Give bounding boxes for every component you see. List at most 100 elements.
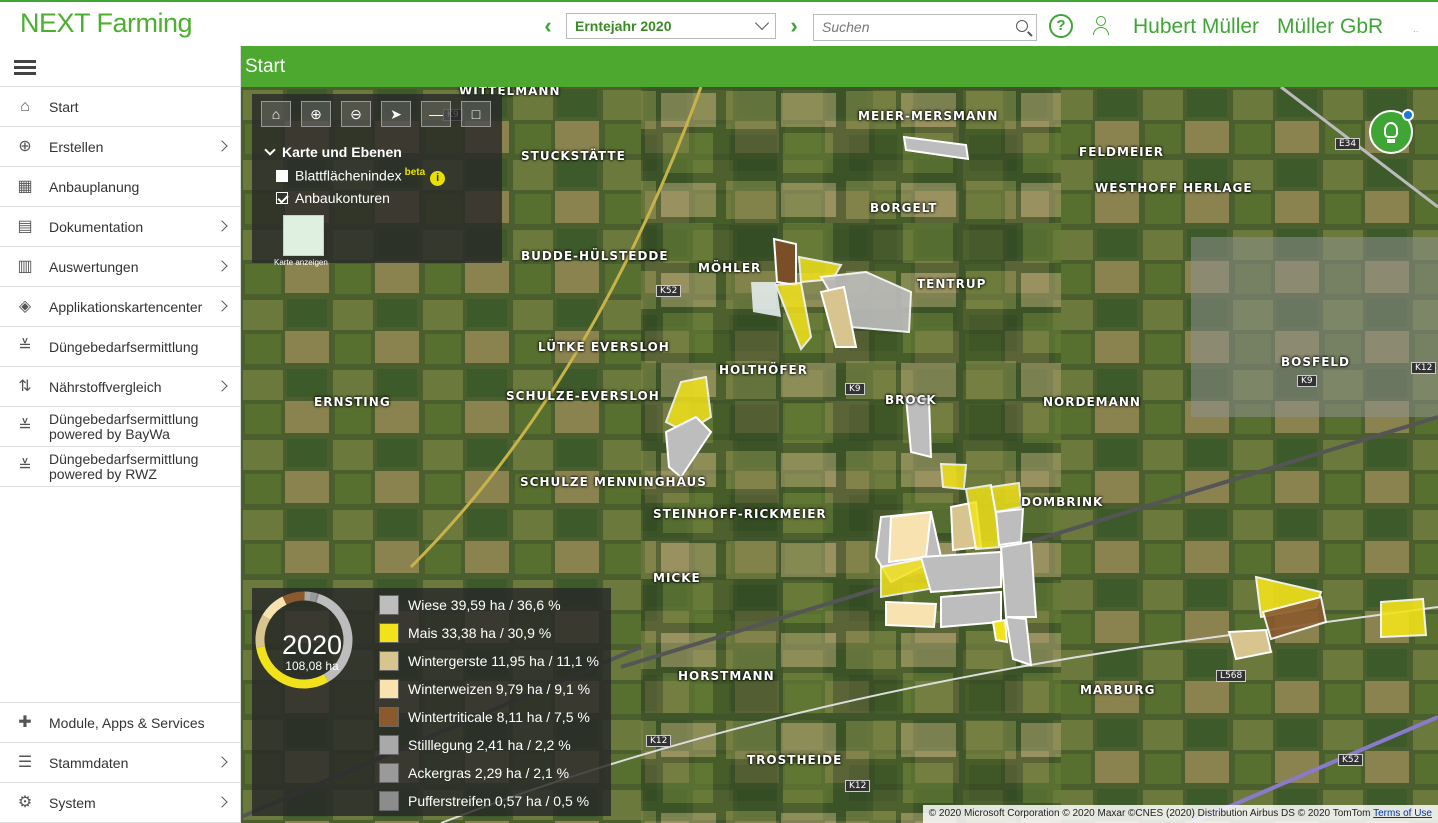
donut-total-area: 108,08 ha: [285, 659, 339, 673]
layer-contours-label: Anbaukonturen: [295, 190, 390, 206]
compare-arrows-icon: ⇅: [18, 378, 32, 395]
sidebar-item-sublabel: powered by RWZ: [49, 465, 157, 482]
sidebar-item-düngebedarfsermittlung[interactable]: ≚ Düngebedarfsermittlung: [0, 327, 240, 367]
road-label: E34: [1335, 138, 1361, 150]
info-icon[interactable]: i: [430, 170, 446, 186]
satellite-map[interactable]: WITTELMANN MEIER-MERSMANN FELDMEIER STUCKST…: [241, 87, 1438, 823]
user-name[interactable]: Hubert Müller: [1133, 15, 1259, 39]
basemap-thumbnail[interactable]: [283, 215, 324, 256]
legend-item: Pufferstreifen 0,57 ha / 0,5 %: [379, 790, 589, 812]
year-navigator: ‹ Erntejahr 2020 ›: [540, 13, 802, 39]
legend-label: Wintertriticale 8,11 ha / 7,5 %: [408, 709, 590, 725]
locate-icon[interactable]: ➤: [381, 101, 411, 127]
layer-lai-checkbox[interactable]: Blattflächenindex beta i: [276, 167, 446, 186]
place-label: MÖHLER: [698, 261, 762, 275]
sidebar-item-label: Anbauplanung: [49, 178, 140, 195]
sidebar-item-system[interactable]: ⚙ System: [0, 783, 240, 823]
crop-legend-panel: 2020 108,08 ha Wiese 39,59 ha / 36,6 % Ma…: [252, 588, 611, 816]
place-label: MEIER-MERSMANN: [858, 109, 999, 123]
donut-slice: [282, 591, 305, 605]
more-menu[interactable]: ..: [1413, 24, 1419, 35]
top-bar: NEXT Farming ‹ Erntejahr 2020 › Suchen ?…: [0, 0, 1438, 46]
app-logo[interactable]: NEXT Farming: [20, 8, 193, 39]
chevron-right-icon: [216, 380, 228, 392]
place-label: STUCKSTÄTTE: [521, 149, 626, 163]
place-label: BOSFELD: [1281, 355, 1350, 369]
show-map-label: Karte anzeigen: [274, 258, 328, 267]
notification-dot: [1402, 109, 1414, 121]
legend-item: Ackergras 2,29 ha / 2,1 %: [379, 762, 569, 784]
road-label: K52: [1338, 754, 1364, 766]
legend-swatch: [379, 735, 399, 755]
legend-item: Mais 33,38 ha / 30,9 %: [379, 622, 551, 644]
sidebar-item-start[interactable]: ⌂ Start: [0, 87, 240, 127]
zoom-in-icon[interactable]: ⊕: [301, 101, 331, 127]
sidebar-item-text: Düngebedarfsermittlung powered by BayWa: [49, 411, 198, 442]
sidebar-item-label: Dokumentation: [49, 218, 144, 235]
place-label: ERNSTING: [314, 395, 391, 409]
donut-year: 2020: [281, 630, 343, 660]
hamburger-menu-icon[interactable]: [0, 46, 240, 87]
chevron-right-icon: [216, 140, 228, 152]
sidebar-item-anbauplanung[interactable]: ▦ Anbauplanung: [0, 167, 240, 207]
zoom-out-icon[interactable]: ⊖: [341, 101, 371, 127]
search-icon[interactable]: [1016, 20, 1028, 32]
place-label: TENTRUP: [917, 277, 987, 291]
sidebar-item-applikationskartencenter[interactable]: ◈ Applikationskartencenter: [0, 287, 240, 327]
home-view-icon[interactable]: ⌂: [261, 101, 291, 127]
sidebar-item-düngebedarfsermittlung-8[interactable]: ≚ Düngebedarfsermittlung powered by BayWa: [0, 407, 240, 447]
place-label: BUDDE-HÜLSTEDDE: [521, 249, 669, 263]
layer-contours-checkbox[interactable]: Anbaukonturen: [276, 190, 390, 206]
legend-swatch: [379, 623, 399, 643]
chevron-down-icon: [264, 144, 276, 156]
lightbulb-icon[interactable]: [1369, 109, 1414, 154]
place-label: HOLTHÖFER: [719, 363, 808, 377]
bar-chart-icon: ▥: [17, 258, 33, 275]
clipboard-icon: ▤: [17, 218, 33, 235]
sidebar-item-nährstoffvergleich[interactable]: ⇅ Nährstoffvergleich: [0, 367, 240, 407]
layers-toggle[interactable]: Karte und Ebenen: [264, 144, 402, 160]
sidebar-item-stammdaten[interactable]: ☰ Stammdaten: [0, 743, 240, 783]
map-attribution: © 2020 Microsoft Corporation © 2020 Maxa…: [922, 805, 1438, 823]
sidebar-item-module-apps-services[interactable]: ✚ Module, Apps & Services: [0, 703, 240, 743]
road-label: K12: [845, 780, 871, 792]
place-label: BORGELT: [870, 201, 938, 215]
next-year-icon[interactable]: ›: [786, 14, 802, 38]
help-icon[interactable]: ?: [1049, 14, 1073, 38]
legend-swatch: [379, 763, 399, 783]
chevron-down-icon: [754, 15, 770, 31]
year-select[interactable]: Erntejahr 2020: [566, 13, 776, 39]
sidebar-item-label: Stammdaten: [49, 754, 129, 771]
sidebar-item-sublabel: powered by BayWa: [49, 425, 170, 442]
page-title: Start: [241, 46, 1438, 87]
legend-item: Wintergerste 11,95 ha / 11,1 %: [379, 650, 599, 672]
donut-slice: [262, 596, 287, 620]
beta-badge: beta: [404, 167, 426, 178]
maximize-icon[interactable]: □: [461, 101, 491, 127]
legend-item: Winterweizen 9,79 ha / 9,1 %: [379, 678, 590, 700]
place-label: SCHULZE-EVERSLOH: [506, 389, 660, 403]
checkbox-unchecked-icon[interactable]: [276, 169, 288, 182]
search-input[interactable]: Suchen: [813, 14, 1037, 41]
legend-label: Winterweizen 9,79 ha / 9,1 %: [408, 681, 591, 697]
user-icon[interactable]: [1092, 16, 1110, 36]
previous-year-icon[interactable]: ‹: [540, 14, 556, 38]
road-label: K52: [656, 285, 682, 297]
sidebar-item-label: System: [49, 794, 96, 811]
minimize-icon[interactable]: —: [421, 101, 451, 127]
plus-circle-icon: ⊕: [18, 138, 32, 155]
sidebar-item-label: Module, Apps & Services: [49, 714, 205, 731]
chevron-right-icon: [216, 220, 228, 232]
chevron-right-icon: [216, 300, 228, 312]
sidebar-item-erstellen[interactable]: ⊕ Erstellen: [0, 127, 240, 167]
fertilizer-icon: ≚: [18, 338, 32, 355]
sidebar-item-dokumentation[interactable]: ▤ Dokumentation: [0, 207, 240, 247]
checkbox-checked-icon[interactable]: [276, 192, 288, 204]
sidebar-item-düngebedarfsermittlung-9[interactable]: ≚ Düngebedarfsermittlung powered by RWZ: [0, 447, 240, 487]
terms-of-use-link[interactable]: Terms of Use: [1373, 808, 1432, 819]
road-label: L568: [1216, 670, 1247, 682]
sidebar-item-auswertungen[interactable]: ▥ Auswertungen: [0, 247, 240, 287]
place-label: MICKE: [653, 571, 701, 585]
company-name[interactable]: Müller GbR: [1277, 15, 1383, 39]
place-label: BROCK: [885, 393, 937, 407]
